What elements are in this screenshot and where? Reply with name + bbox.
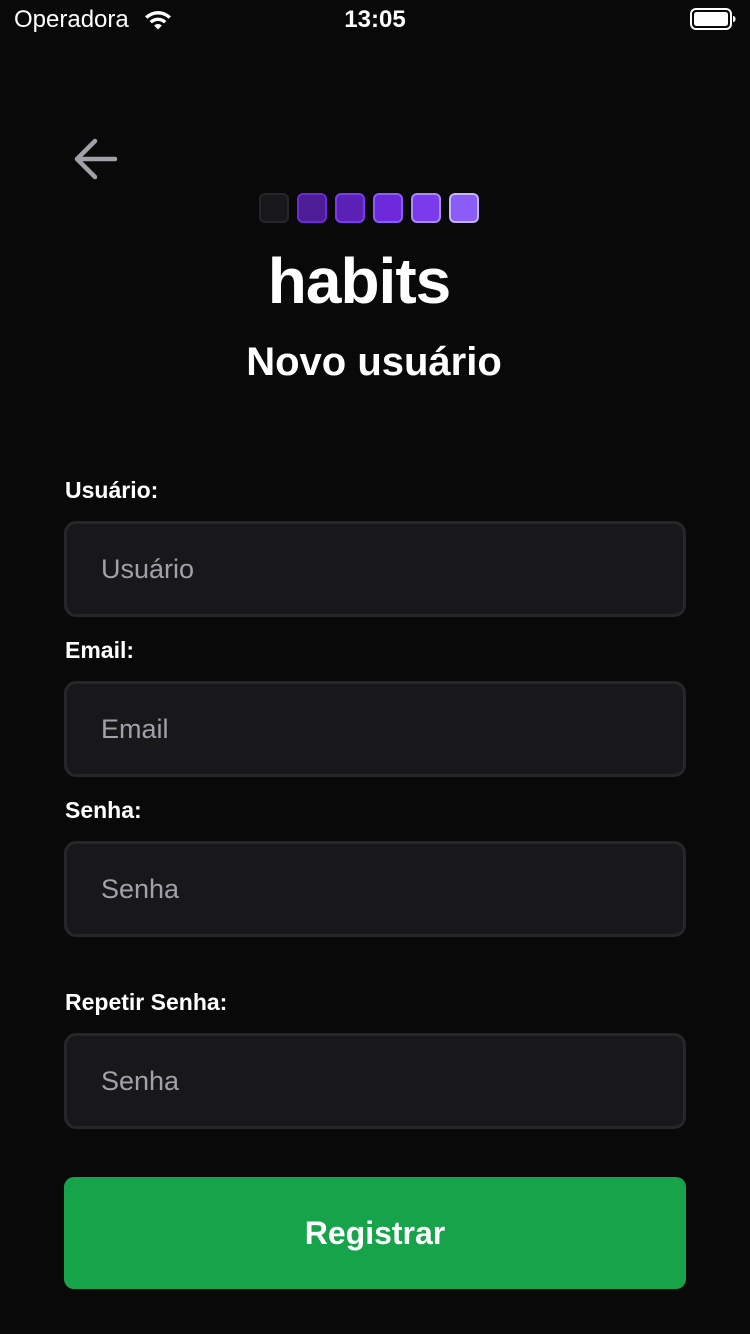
status-clock: 13:05 [344,6,406,33]
register-screen: Operadora 13:05 habits Novo usuário Usuá… [0,0,750,1334]
email-label: Email: [65,637,135,663]
logo-squares [259,193,479,223]
logo-square-4 [373,193,403,223]
logo-square-6 [449,193,479,223]
logo-square-1 [259,193,289,223]
battery-full-icon [690,8,736,30]
password-label: Senha: [65,797,142,823]
repeat-password-input[interactable] [64,1033,686,1129]
back-button[interactable] [66,134,124,188]
register-button[interactable]: Registrar [64,1177,686,1289]
logo-square-3 [335,193,365,223]
logo-square-2 [297,193,327,223]
status-bar: Operadora 13:05 [0,0,750,40]
password-input[interactable] [64,841,686,937]
page-title: Novo usuário [246,340,502,384]
email-input[interactable] [64,681,686,777]
logo-text: habits [267,245,451,317]
username-input[interactable] [64,521,686,617]
logo-square-5 [411,193,441,223]
username-label: Usuário: [65,477,159,503]
arrow-left-icon [71,137,119,186]
repeat-password-label: Repetir Senha: [65,989,228,1015]
